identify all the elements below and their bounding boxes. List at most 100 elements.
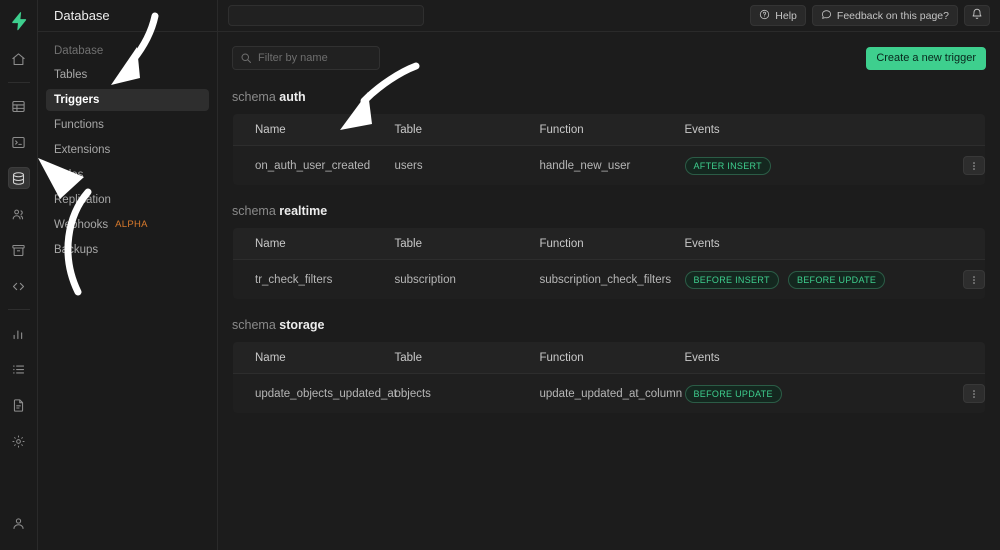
- rail-divider-2: [7, 309, 30, 310]
- column-header-name: Name: [233, 228, 373, 260]
- sidebar-item-triggers[interactable]: Triggers: [46, 89, 209, 111]
- table-head: Name Table Function Events: [233, 114, 985, 146]
- event-badge: BEFORE INSERT: [684, 270, 779, 289]
- sidebar-item-webhooks[interactable]: Webhooks ALPHA: [46, 214, 209, 236]
- sidebar-item-label: Webhooks: [54, 219, 109, 231]
- sidebar-item-tables[interactable]: Tables: [46, 64, 209, 86]
- column-header-events: Events: [662, 228, 930, 260]
- database-icon[interactable]: [7, 167, 30, 189]
- column-header-actions: [929, 342, 985, 374]
- row-menu-button[interactable]: [963, 270, 985, 289]
- cell-actions: [929, 145, 985, 185]
- filter-wrap: [232, 46, 380, 70]
- sidebar-item-roles[interactable]: Roles: [46, 164, 209, 186]
- column-header-events: Events: [662, 114, 930, 146]
- rail-divider-1: [7, 82, 30, 83]
- sidebar-item-label: Backups: [54, 244, 99, 256]
- cell-trigger-name: tr_check_filters: [233, 259, 373, 299]
- global-search-input[interactable]: [228, 5, 424, 26]
- home-icon[interactable]: [8, 48, 30, 70]
- table-row[interactable]: tr_check_filters subscription subscripti…: [233, 259, 985, 299]
- help-label: Help: [775, 9, 797, 22]
- column-header-actions: [929, 114, 985, 146]
- toolbar: Create a new trigger: [232, 46, 986, 70]
- cell-trigger-name: on_auth_user_created: [233, 145, 373, 185]
- cell-function: update_updated_at_column: [517, 373, 682, 413]
- event-badge: BEFORE UPDATE: [684, 384, 782, 403]
- sidebar-item-label: Replication: [54, 194, 111, 206]
- schema-name: storage: [279, 318, 325, 332]
- help-button[interactable]: Help: [750, 5, 806, 26]
- schema-label: schema realtime: [232, 204, 986, 218]
- feedback-button[interactable]: Feedback on this page?: [811, 5, 958, 26]
- more-vertical-icon: [973, 275, 975, 284]
- settings-icon[interactable]: [8, 430, 30, 452]
- notifications-button[interactable]: [964, 5, 990, 26]
- sidebar-item-extensions[interactable]: Extensions: [46, 139, 209, 161]
- column-header-table: Table: [372, 114, 518, 146]
- cell-events: BEFORE INSERT BEFORE UPDATE: [662, 259, 930, 299]
- cell-function: subscription_check_filters: [517, 259, 671, 299]
- sidebar-item-label: Tables: [54, 69, 88, 81]
- table-editor-icon[interactable]: [8, 95, 30, 117]
- storage-icon[interactable]: [8, 239, 30, 261]
- table-body: update_objects_updated_at objects update…: [233, 373, 985, 413]
- sidebar-item-label: Triggers: [54, 94, 100, 106]
- sidebar-group-label: Database: [54, 45, 104, 57]
- schema-label: schema storage: [232, 318, 986, 332]
- database-sidebar: Database Database Tables Triggers Functi…: [38, 0, 218, 550]
- column-header-function: Function: [517, 114, 663, 146]
- supabase-logo[interactable]: [7, 9, 31, 33]
- cell-events: AFTER INSERT: [662, 145, 930, 185]
- api-docs-icon[interactable]: [8, 394, 30, 416]
- table-head: Name Table Function Events: [233, 228, 985, 260]
- table-row[interactable]: update_objects_updated_at objects update…: [233, 373, 985, 413]
- column-header-function: Function: [517, 228, 663, 260]
- sql-editor-icon[interactable]: [8, 131, 30, 153]
- account-icon[interactable]: [8, 512, 30, 534]
- auth-users-icon[interactable]: [8, 203, 30, 225]
- filter-by-name-input[interactable]: [232, 46, 380, 70]
- sidebar-item-label: Extensions: [54, 144, 111, 156]
- table-header-row: Name Table Function Events: [233, 228, 985, 260]
- create-new-trigger-button[interactable]: Create a new trigger: [866, 46, 986, 70]
- column-header-name: Name: [233, 114, 373, 146]
- top-bar: Help Feedback on this page?: [218, 0, 1000, 32]
- sidebar-item-functions[interactable]: Functions: [46, 114, 209, 136]
- schema-label: schema auth: [232, 90, 986, 104]
- column-header-table: Table: [372, 228, 518, 260]
- table-header-row: Name Table Function Events: [233, 114, 985, 146]
- sidebar-item-backups[interactable]: Backups: [46, 239, 209, 261]
- sidebar-item-replication[interactable]: Replication: [46, 189, 209, 211]
- main-area: Help Feedback on this page? Filter by na…: [218, 0, 1000, 550]
- cell-table: users: [372, 145, 518, 185]
- edge-functions-icon[interactable]: [8, 275, 30, 297]
- topbar-actions: Help Feedback on this page?: [750, 5, 990, 26]
- column-header-actions: [929, 228, 985, 260]
- row-menu-button[interactable]: [963, 156, 985, 175]
- page-title: Database: [38, 0, 217, 32]
- help-icon: [759, 9, 770, 23]
- schema-name: auth: [279, 90, 306, 104]
- cell-table: objects: [372, 373, 518, 413]
- column-header-table: Table: [372, 342, 518, 374]
- more-vertical-icon: [973, 161, 975, 170]
- app-root: Database Database Tables Triggers Functi…: [0, 0, 1000, 550]
- triggers-table: Name Table Function Events update_object…: [232, 341, 986, 414]
- bell-icon: [971, 8, 983, 23]
- event-badge: AFTER INSERT: [684, 156, 771, 175]
- cell-trigger-name: update_objects_updated_at: [233, 373, 397, 413]
- table-body: on_auth_user_created users handle_new_us…: [233, 145, 985, 185]
- logs-icon[interactable]: [8, 358, 30, 380]
- sidebar-item-label: Functions: [54, 119, 104, 131]
- row-menu-button[interactable]: [963, 384, 985, 403]
- table-row[interactable]: on_auth_user_created users handle_new_us…: [233, 145, 985, 185]
- column-header-events: Events: [662, 342, 930, 374]
- schema-block-realtime: schema realtime Name Table Function Even…: [232, 204, 986, 300]
- more-vertical-icon: [973, 389, 975, 398]
- cell-actions: [929, 373, 985, 413]
- reports-icon[interactable]: [8, 322, 30, 344]
- feedback-label: Feedback on this page?: [836, 9, 949, 22]
- triggers-table: Name Table Function Events tr_check_filt…: [232, 227, 986, 300]
- cell-table: subscription: [372, 259, 518, 299]
